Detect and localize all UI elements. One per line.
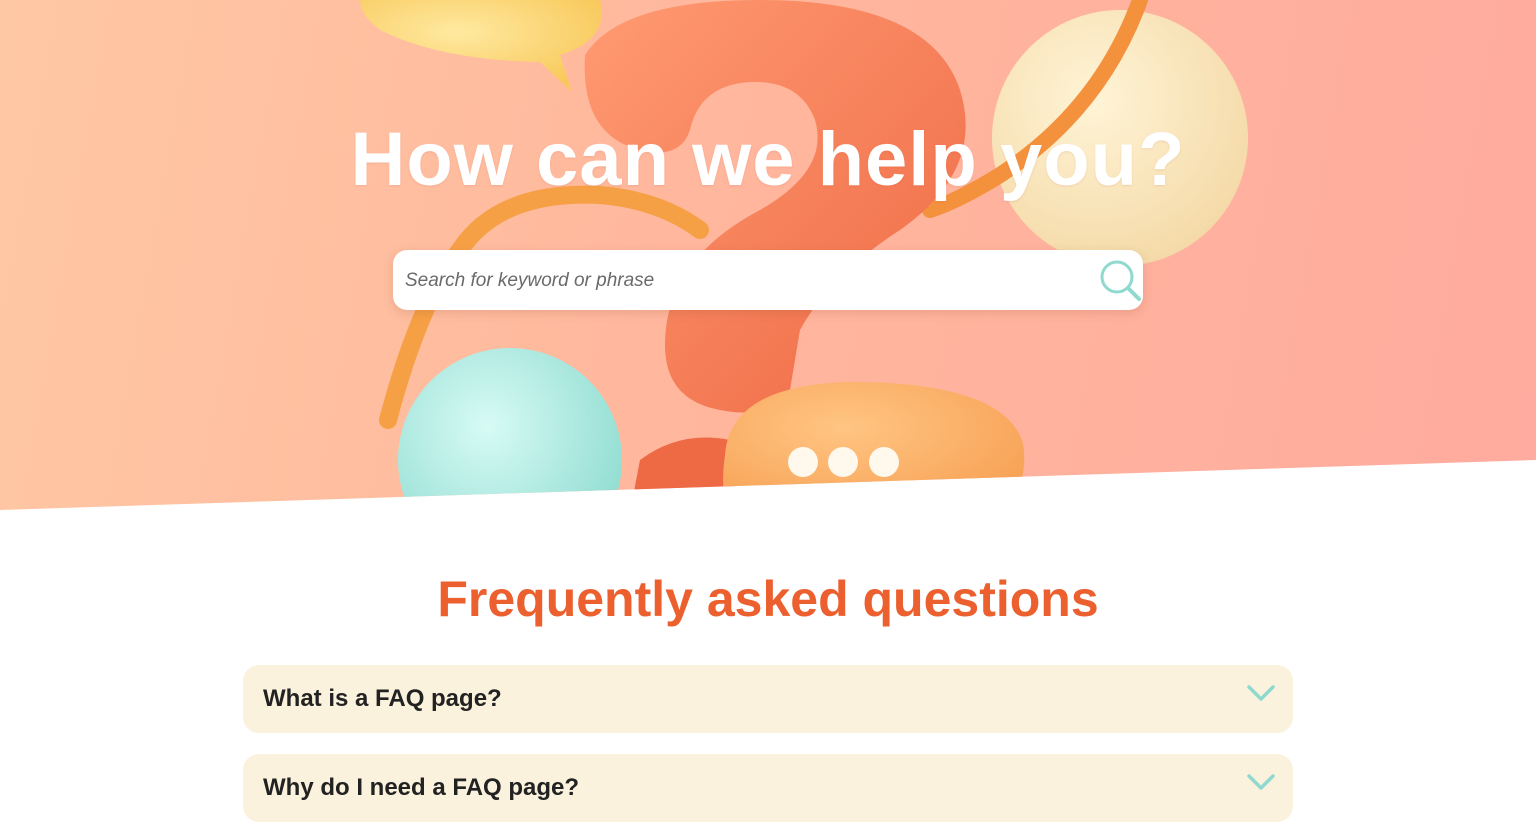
orange-chat-bubble-shape [723, 382, 1025, 510]
teal-sphere-shape [398, 348, 622, 510]
chevron-down-icon[interactable] [1245, 768, 1277, 796]
search-icon[interactable] [1097, 258, 1143, 304]
search-input[interactable] [403, 260, 1087, 302]
hero-title: How can we help you? [350, 117, 1186, 202]
faq-item[interactable]: Why do I need a FAQ page? [243, 754, 1293, 822]
search-bar [393, 250, 1143, 310]
faq-item[interactable]: What is a FAQ page? [243, 665, 1293, 733]
faq-question: What is a FAQ page? [263, 685, 502, 712]
hero-banner: How can we help you? [0, 0, 1536, 510]
faq-heading: Frequently asked questions [437, 571, 1099, 627]
chevron-down-icon[interactable] [1245, 679, 1277, 707]
yellow-speech-bubble-shape [360, 0, 602, 92]
faq-question: Why do I need a FAQ page? [263, 774, 580, 801]
